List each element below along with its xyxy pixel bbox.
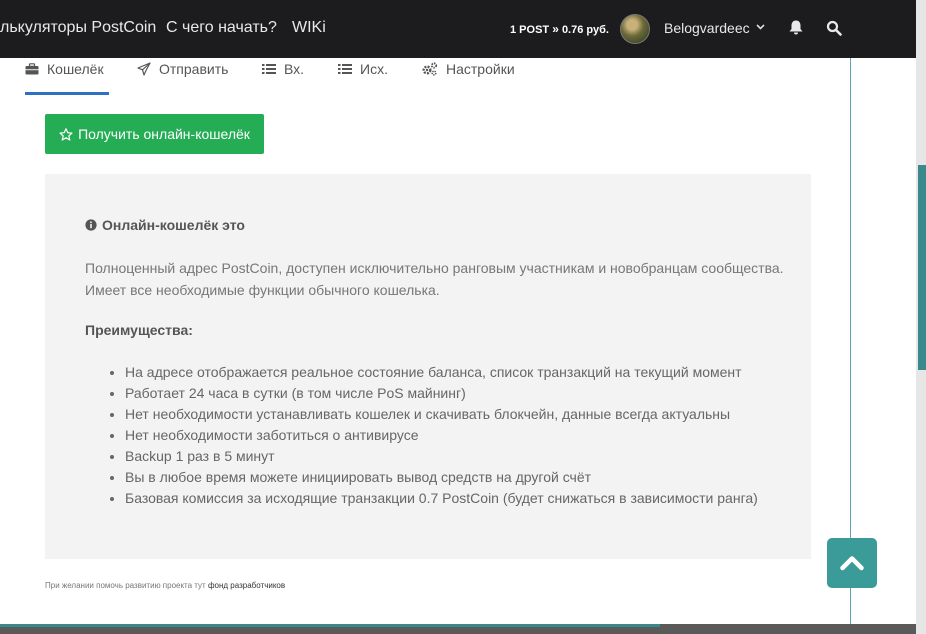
list-item: Backup 1 раз в 5 минут bbox=[125, 446, 825, 467]
list-item: Нет необходимости заботиться о антивирус… bbox=[125, 425, 825, 446]
tab-settings[interactable]: Настройки bbox=[422, 61, 515, 77]
paper-plane-icon bbox=[137, 62, 151, 76]
list-item: Нет необходимости устанавливать кошелек … bbox=[125, 404, 825, 425]
get-online-wallet-button[interactable]: Получить онлайн-кошелёк bbox=[45, 114, 264, 154]
tab-outgoing[interactable]: Исх. bbox=[338, 61, 388, 77]
list-item: На адресе отображается реальное состояни… bbox=[125, 362, 825, 383]
tab-wallet[interactable]: Кошелёк bbox=[25, 61, 104, 77]
info-description: Полноценный адрес PostCoin, доступен иск… bbox=[85, 260, 784, 298]
chevron-down-icon[interactable] bbox=[756, 24, 765, 30]
info-circle-icon bbox=[85, 219, 97, 231]
tab-send[interactable]: Отправить bbox=[137, 61, 228, 77]
cogs-icon bbox=[422, 62, 438, 76]
info-title: Онлайн-кошелёк это bbox=[85, 217, 245, 233]
nav-link-getting-started[interactable]: С чего начать? bbox=[166, 19, 277, 37]
price-coin: 1 POST bbox=[510, 24, 550, 36]
price-separator: » bbox=[552, 22, 559, 36]
list-item: Базовая комиссия за исходящие транзакции… bbox=[125, 488, 825, 509]
developers-fund-link[interactable]: фонд разработчиков bbox=[208, 581, 285, 590]
vertical-scrollbar-thumb[interactable] bbox=[918, 165, 926, 370]
tab-settings-label: Настройки bbox=[446, 61, 515, 77]
advantages-list: На адресе отображается реальное состояни… bbox=[85, 362, 825, 509]
footer-text: При желании помочь развитию проекта тут bbox=[45, 581, 206, 590]
tab-send-label: Отправить bbox=[159, 61, 229, 77]
search-icon[interactable] bbox=[826, 20, 842, 36]
tab-wallet-label: Кошелёк bbox=[47, 61, 104, 77]
username[interactable]: Belogvardeec bbox=[664, 20, 750, 36]
info-title-text: Онлайн-кошелёк это bbox=[102, 217, 245, 233]
avatar[interactable] bbox=[620, 14, 650, 44]
price-ticker: 1 POST » 0.76 руб. bbox=[510, 22, 609, 36]
active-tab-indicator bbox=[25, 92, 109, 95]
star-icon bbox=[59, 127, 73, 141]
top-navbar: лькуляторы PostCoin С чего начать? WIKi … bbox=[0, 0, 916, 58]
get-online-wallet-label: Получить онлайн-кошелёк bbox=[78, 126, 250, 142]
price-value: 0.76 руб. bbox=[561, 24, 609, 36]
footer-note: При желании помочь развитию проекта тут … bbox=[45, 581, 285, 590]
tab-outgoing-label: Исх. bbox=[360, 61, 388, 77]
scroll-to-top-button[interactable] bbox=[827, 538, 877, 588]
list-icon bbox=[262, 64, 276, 74]
list-icon bbox=[338, 64, 352, 74]
nav-link-wiki[interactable]: WIKi bbox=[292, 19, 326, 37]
briefcase-icon bbox=[25, 63, 39, 75]
list-item: Работает 24 часа в сутки (в том числе Po… bbox=[125, 383, 825, 404]
horizontal-scrollbar[interactable] bbox=[0, 624, 660, 627]
nav-link-calculators[interactable]: лькуляторы PostCoin bbox=[0, 19, 156, 37]
tab-incoming[interactable]: Вх. bbox=[262, 61, 304, 77]
advantages-title: Преимущества: bbox=[85, 322, 193, 338]
tab-incoming-label: Вх. bbox=[284, 61, 305, 77]
chevron-up-icon bbox=[840, 556, 864, 571]
bell-icon[interactable] bbox=[788, 19, 804, 36]
list-item: Вы в любое время можете инициировать выв… bbox=[125, 467, 825, 488]
